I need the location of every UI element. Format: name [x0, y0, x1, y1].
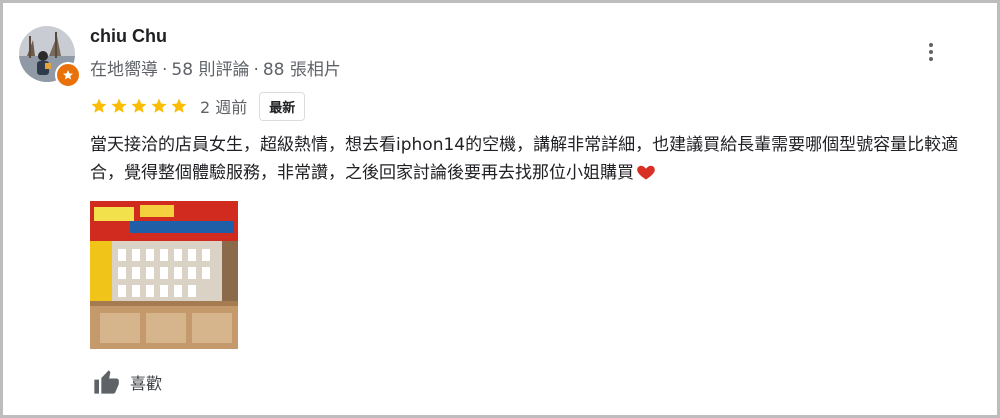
- star-rating: [90, 97, 188, 115]
- thumbs-up-icon: [94, 370, 119, 394]
- review-card: chiu Chu 在地嚮導 · 58 則評論 · 88 張相片 2 週前 最新 當天接洽…: [0, 0, 1000, 418]
- reviewer-photo-count: 88 張相片: [262, 60, 341, 80]
- star-icon: [111, 98, 127, 113]
- review-text: 當天接洽的店員女生，超級熱情，想去看iphon14的空機，講解非常詳細，也建議買…: [90, 135, 959, 183]
- review-time: 2 週前: [200, 98, 248, 117]
- local-guide-badge-icon: [55, 62, 81, 88]
- dot: [929, 50, 933, 54]
- newest-badge: 最新: [259, 91, 306, 121]
- reviewer-meta: 在地嚮導 · 58 則評論 · 88 張相片: [90, 55, 341, 80]
- reviewer-level: 在地嚮導: [90, 60, 158, 80]
- star-icon: [91, 98, 107, 113]
- review-text-block: 當天接洽的店員女生，超級熱情，想去看iphon14的空機，講解非常詳細，也建議買…: [90, 131, 980, 187]
- rating-row: 2 週前 最新: [90, 91, 306, 121]
- separator: ·: [162, 60, 168, 80]
- like-label: 喜歡: [130, 374, 163, 393]
- dot: [929, 57, 933, 61]
- star-icon: [171, 98, 187, 113]
- separator: ·: [253, 60, 259, 80]
- review-photo[interactable]: [90, 201, 238, 349]
- reviewer-name[interactable]: chiu Chu: [90, 26, 167, 47]
- more-options-button[interactable]: [917, 38, 945, 66]
- star-icon: [151, 98, 167, 113]
- like-button[interactable]: 喜歡: [90, 368, 162, 396]
- reviewer-review-count: 58 則評論: [171, 60, 250, 80]
- heart-icon: [637, 165, 655, 180]
- more-vert-icon: [929, 43, 933, 47]
- avatar[interactable]: [19, 26, 81, 88]
- star-icon: [131, 98, 147, 113]
